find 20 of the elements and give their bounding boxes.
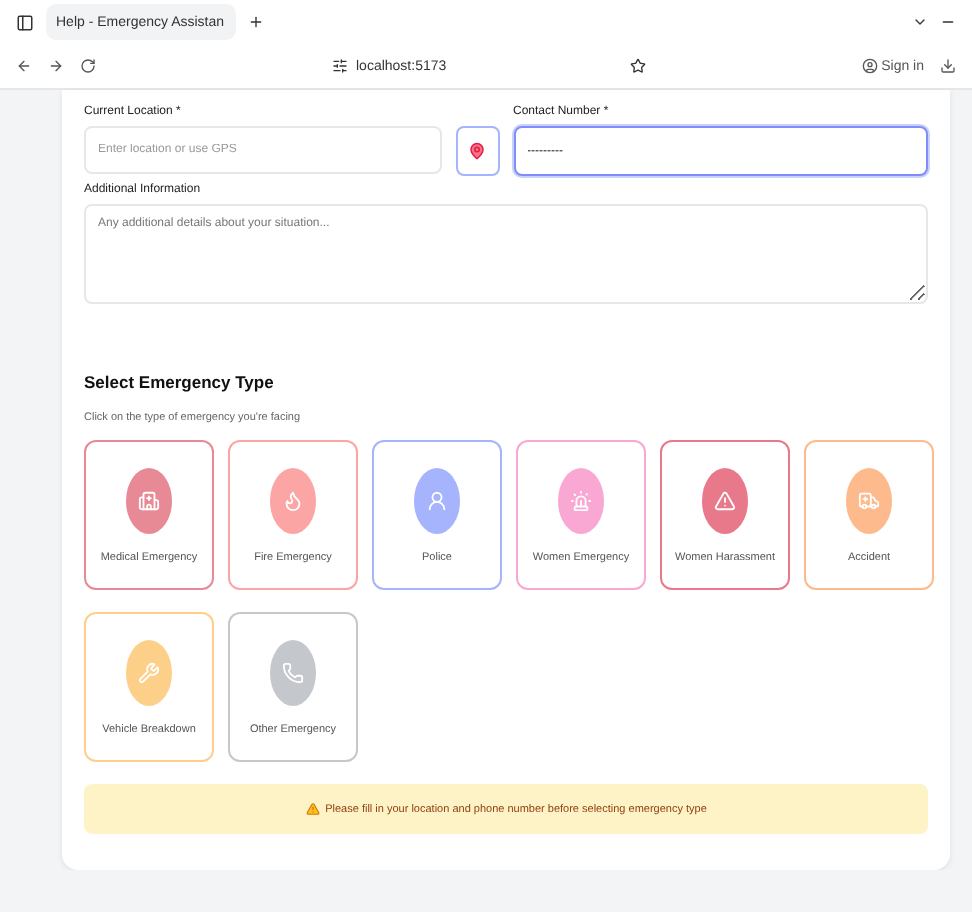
map-pin-icon (468, 142, 486, 160)
ambulance-icon (858, 489, 880, 511)
hospital-icon (138, 489, 160, 511)
wrench-icon (138, 661, 160, 683)
account-icon (861, 58, 878, 74)
back-icon[interactable] (16, 58, 32, 74)
warning-icon (714, 489, 736, 511)
siren-icon (570, 489, 592, 511)
phone-icon (282, 661, 304, 683)
forward-icon[interactable] (48, 58, 64, 74)
download-icon[interactable] (940, 58, 956, 74)
flame-icon (282, 489, 304, 511)
warning-icon (305, 802, 320, 816)
new-tab-icon[interactable] (248, 14, 264, 30)
gps-button[interactable] (455, 126, 499, 176)
sidebar-icon[interactable] (16, 13, 34, 31)
reload-icon[interactable] (80, 58, 96, 74)
star-icon[interactable] (629, 58, 646, 74)
chevron-icon[interactable] (912, 14, 928, 30)
section-title: Select Emergency Type (84, 372, 276, 392)
